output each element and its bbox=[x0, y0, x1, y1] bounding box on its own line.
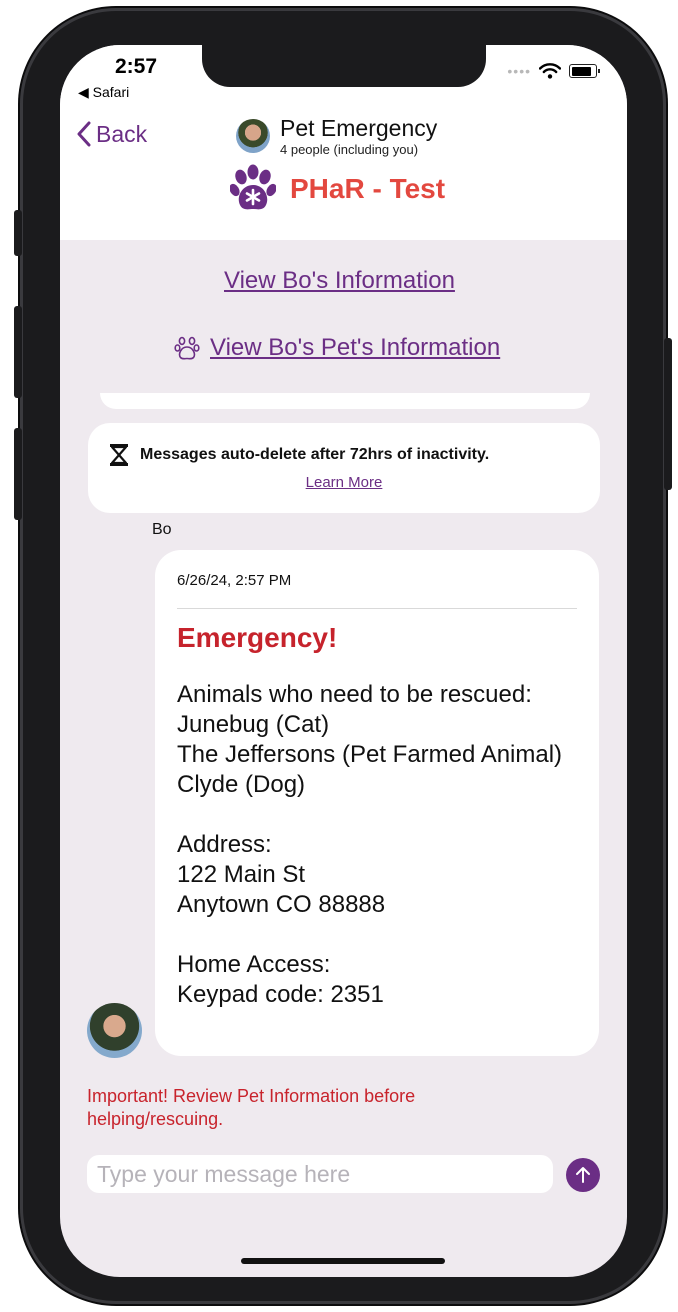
arrow-up-icon bbox=[576, 1167, 590, 1183]
notch bbox=[202, 45, 486, 87]
paw-outline-icon bbox=[174, 336, 200, 360]
message-line: Junebug (Cat) bbox=[177, 711, 330, 738]
message-sender: Bo bbox=[152, 521, 172, 538]
back-label: Back bbox=[96, 120, 148, 147]
learn-more-link[interactable]: Learn More bbox=[88, 474, 600, 491]
message-body: Animals who need to be rescued: Junebug … bbox=[177, 680, 562, 1010]
volume-down-button bbox=[14, 428, 22, 520]
wifi-icon bbox=[539, 63, 561, 79]
message-line bbox=[177, 920, 562, 950]
view-pet-info-link[interactable]: View Bo's Pet's Information bbox=[210, 334, 500, 362]
brand-name: PHaR - Test bbox=[290, 173, 446, 204]
auto-delete-notice: Messages auto-delete after 72hrs of inac… bbox=[88, 423, 600, 513]
status-indicators: •••• bbox=[507, 63, 600, 79]
message-divider bbox=[177, 608, 577, 609]
message-heading: Emergency! bbox=[177, 622, 338, 653]
view-pet-info-row[interactable]: View Bo's Pet's Information bbox=[174, 334, 500, 362]
notice-row: Messages auto-delete after 72hrs of inac… bbox=[108, 443, 489, 467]
chat-title: Pet Emergency bbox=[280, 115, 438, 141]
notice-text: Messages auto-delete after 72hrs of inac… bbox=[140, 446, 490, 463]
message-line: Clyde (Dog) bbox=[177, 771, 306, 798]
message-timestamp: 6/26/24, 2:57 PM bbox=[177, 572, 292, 589]
message-line: Keypad code: 2351 bbox=[177, 981, 384, 1008]
sender-avatar[interactable] bbox=[87, 1003, 142, 1058]
screen: 2:57 ◀ Safari •••• Back Pet Emergency 4 … bbox=[60, 45, 627, 1277]
message-line: 122 Main St bbox=[177, 861, 306, 888]
back-to-safari-link[interactable]: ◀ Safari bbox=[78, 84, 129, 101]
message-input[interactable] bbox=[87, 1155, 553, 1193]
volume-up-button bbox=[14, 306, 22, 398]
home-indicator[interactable] bbox=[241, 1258, 445, 1264]
mute-switch bbox=[14, 210, 22, 256]
message-line: Anytown CO 88888 bbox=[177, 891, 386, 918]
review-warning: Important! Review Pet Information before… bbox=[87, 1086, 416, 1129]
battery-icon bbox=[569, 64, 600, 78]
view-bo-info-link[interactable]: View Bo's Information bbox=[224, 267, 455, 295]
send-button[interactable] bbox=[566, 1158, 600, 1192]
message-line: Address: bbox=[177, 831, 272, 858]
status-time: 2:57 bbox=[115, 55, 158, 78]
message-line: The Jeffersons (Pet Farmed Animal) bbox=[177, 741, 563, 768]
group-avatar bbox=[236, 119, 270, 153]
back-button[interactable]: Back bbox=[76, 120, 147, 148]
message-line: Home Access: bbox=[177, 951, 331, 978]
power-button bbox=[664, 338, 672, 490]
brand-row: PHaR - Test bbox=[230, 163, 445, 215]
paw-icon bbox=[230, 164, 276, 210]
chat-title-group[interactable]: Pet Emergency 4 people (including you) bbox=[236, 115, 437, 157]
message-bubble[interactable]: 6/26/24, 2:57 PM Emergency! Animals who … bbox=[155, 550, 599, 1056]
chevron-left-icon bbox=[77, 121, 91, 147]
previous-message-bubble bbox=[100, 393, 590, 409]
hourglass-icon bbox=[110, 444, 128, 466]
signal-icon: •••• bbox=[507, 63, 531, 79]
chat-subtitle: 4 people (including you) bbox=[280, 142, 419, 157]
message-line: Animals who need to be rescued: bbox=[177, 681, 532, 708]
message-line bbox=[177, 800, 562, 830]
